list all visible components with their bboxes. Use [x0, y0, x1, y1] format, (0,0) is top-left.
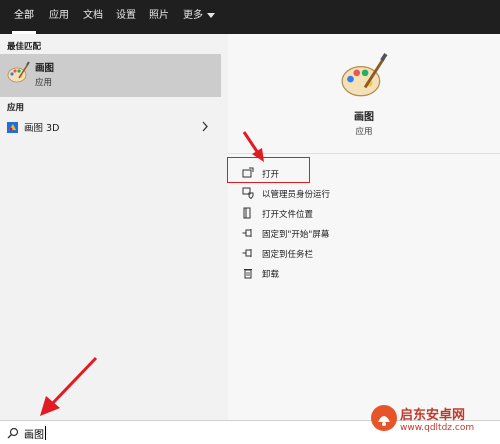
- tab-more-label: 更多: [183, 10, 203, 21]
- action-pin-to-start[interactable]: 固定到"开始"屏幕: [240, 224, 440, 244]
- pin-start-icon: [242, 229, 252, 237]
- paint-palette-icon: [7, 61, 30, 83]
- search-filter-bar: 全部 应用 文档 设置 照片 更多: [0, 0, 500, 34]
- chevron-right-icon[interactable]: [201, 121, 209, 132]
- tab-more[interactable]: 更多: [183, 0, 215, 34]
- tab-photos[interactable]: 照片: [149, 0, 169, 34]
- tab-documents[interactable]: 文档: [83, 0, 103, 34]
- trash-icon: [244, 269, 252, 279]
- apps-heading: 应用: [7, 103, 25, 113]
- search-input[interactable]: [24, 424, 324, 442]
- tab-all[interactable]: 全部: [12, 0, 36, 34]
- action-label: 固定到任务栏: [262, 250, 314, 260]
- app-detail-pane: 画图 应用 打开 以管理员身份运行 打开文件位置 固定到"开始"屏幕 固定到任务…: [228, 34, 500, 420]
- action-label: 以管理员身份运行: [262, 190, 331, 200]
- action-open-file-location[interactable]: 打开文件位置: [240, 204, 440, 224]
- best-match-name: 画图: [35, 63, 55, 74]
- app-result-paint-3d[interactable]: 画图 3D: [0, 117, 221, 137]
- results-list: 最佳匹配 画图 应用 应用 画图 3D: [0, 34, 228, 420]
- watermark-text: 启东安卓网: [400, 408, 466, 423]
- paint-palette-icon: [341, 53, 388, 97]
- annotation-arrow-icon: [242, 131, 264, 162]
- chevron-down-icon: [207, 12, 215, 18]
- tab-settings[interactable]: 设置: [116, 0, 136, 34]
- tab-apps[interactable]: 应用: [49, 0, 69, 34]
- detail-app-name: 画图: [354, 112, 374, 123]
- app-result-label: 画图 3D: [24, 123, 60, 134]
- search-icon: [7, 427, 19, 439]
- action-label: 打开文件位置: [262, 210, 314, 220]
- action-run-as-admin[interactable]: 以管理员身份运行: [240, 184, 440, 204]
- watermark-url: www.qdltdz.com: [400, 423, 475, 433]
- paint-3d-icon: [7, 122, 18, 133]
- pin-taskbar-icon: [242, 249, 252, 257]
- best-match-item[interactable]: 画图 应用: [0, 54, 221, 97]
- text-cursor: [45, 426, 46, 440]
- action-uninstall[interactable]: 卸载: [240, 264, 440, 284]
- watermark-logo-icon: [371, 405, 397, 431]
- action-label: 卸载: [262, 270, 280, 280]
- best-match-heading: 最佳匹配: [7, 42, 42, 52]
- admin-shield-icon: [242, 187, 254, 199]
- action-label: 固定到"开始"屏幕: [262, 230, 330, 240]
- best-match-type: 应用: [35, 78, 53, 88]
- annotation-arrow-icon: [40, 356, 98, 416]
- file-location-icon: [243, 207, 251, 219]
- action-pin-to-taskbar[interactable]: 固定到任务栏: [240, 244, 440, 264]
